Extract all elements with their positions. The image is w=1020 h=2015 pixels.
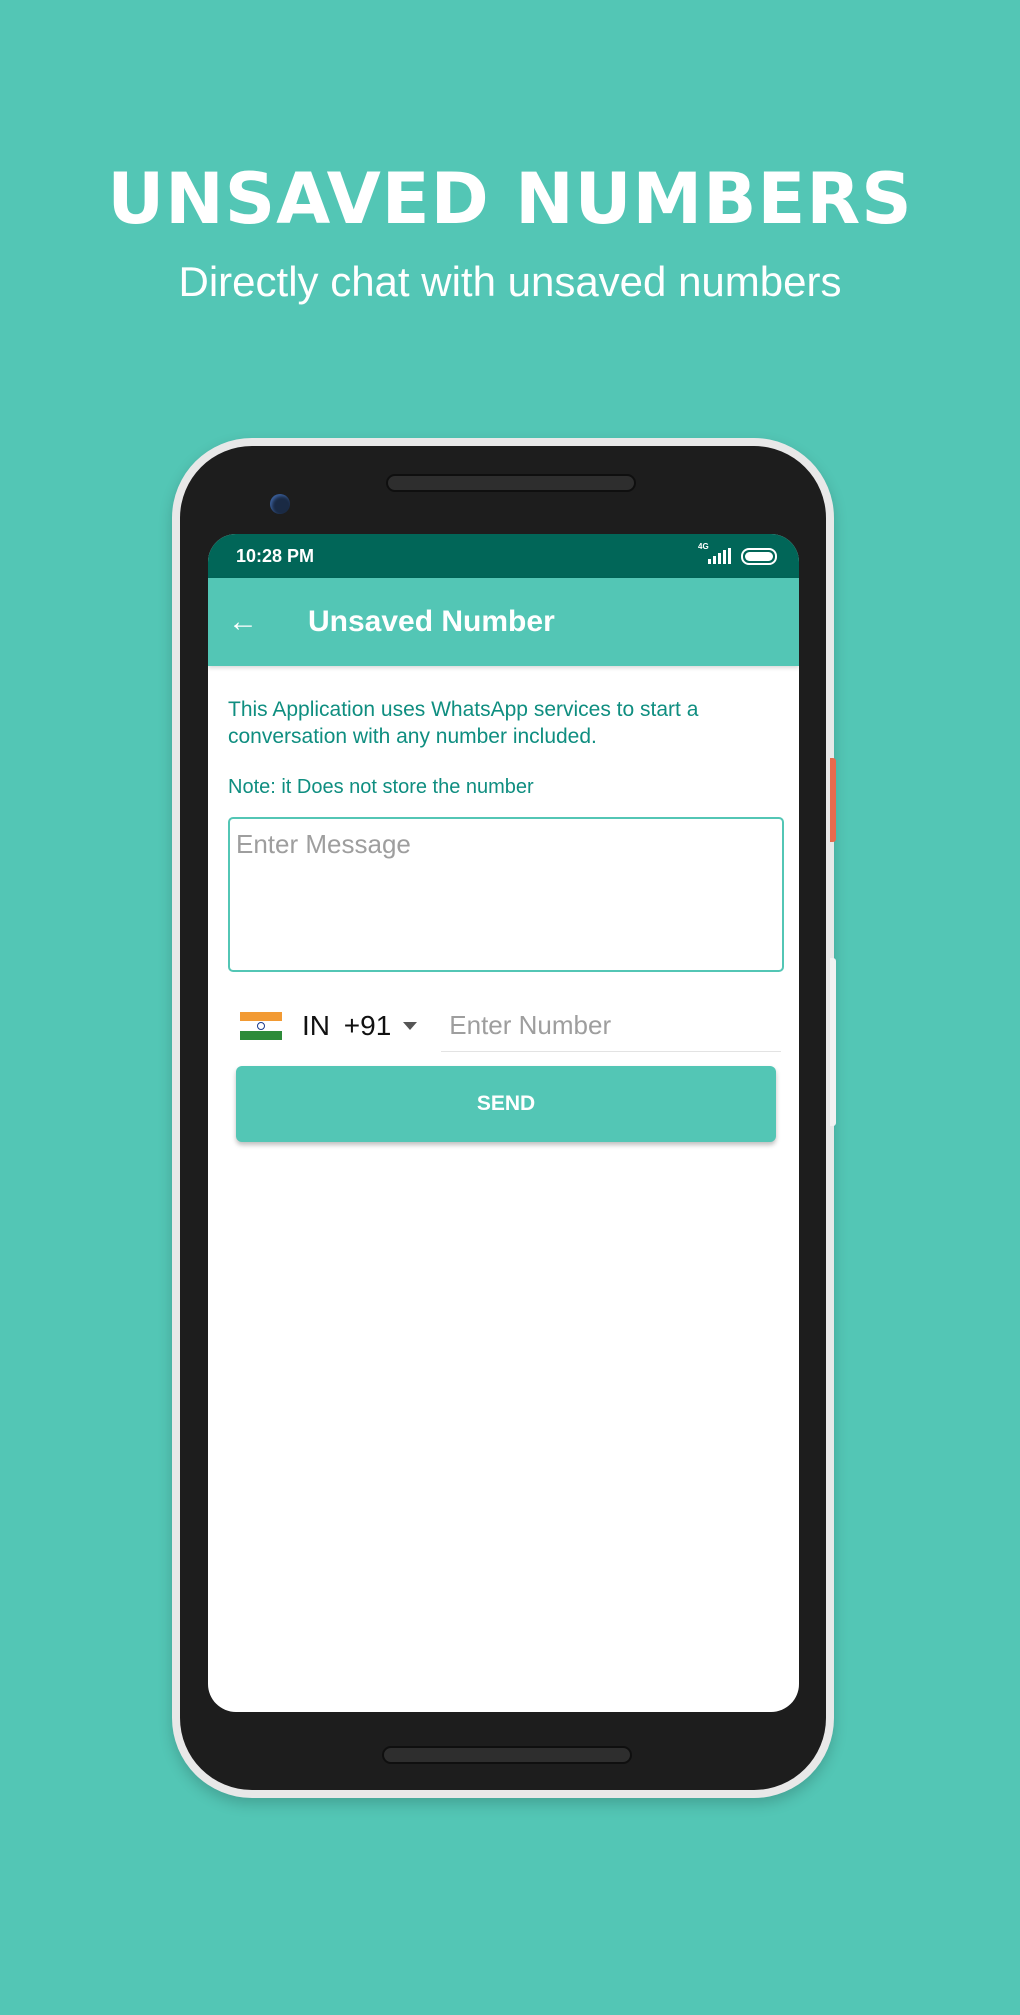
speaker-top: [386, 474, 636, 492]
status-bar: 10:28 PM 4G: [208, 534, 799, 578]
main-content: This Application uses WhatsApp services …: [208, 666, 799, 1142]
network-type: 4G: [698, 542, 709, 551]
page-title: Unsaved Number: [308, 605, 555, 638]
note-text: Note: it Does not store the number: [228, 776, 534, 798]
phone-number-row: IN +91 Enter Number: [228, 1000, 783, 1052]
country-code-selector[interactable]: IN +91: [302, 1010, 391, 1042]
india-flag-icon[interactable]: [240, 1012, 282, 1040]
phone-screen: 10:28 PM 4G ← Unsaved Number This Applic…: [208, 534, 799, 1712]
message-input[interactable]: Enter Message: [228, 817, 784, 972]
promo-subtitle: Directly chat with unsaved numbers: [178, 258, 842, 305]
info-text: This Application uses WhatsApp services …: [228, 698, 699, 748]
send-button[interactable]: SEND: [236, 1066, 776, 1142]
country-code: IN: [302, 1010, 330, 1041]
promo-title: UNSAVED NUMBERS: [107, 158, 913, 240]
battery-icon: [741, 547, 777, 565]
status-icons: 4G: [698, 542, 777, 565]
arrow-left-icon[interactable]: ←: [228, 605, 258, 638]
dial-code: +91: [343, 1010, 392, 1041]
number-input[interactable]: Enter Number: [441, 1000, 782, 1052]
power-button: [830, 758, 836, 842]
signal-icon: 4G: [698, 542, 731, 564]
camera-icon: [270, 494, 290, 514]
status-time: 10:28 PM: [236, 545, 315, 566]
speaker-bottom: [382, 1746, 632, 1764]
volume-button: [830, 958, 836, 1126]
chevron-down-icon[interactable]: [403, 1022, 418, 1030]
app-bar: ← Unsaved Number: [208, 578, 799, 666]
